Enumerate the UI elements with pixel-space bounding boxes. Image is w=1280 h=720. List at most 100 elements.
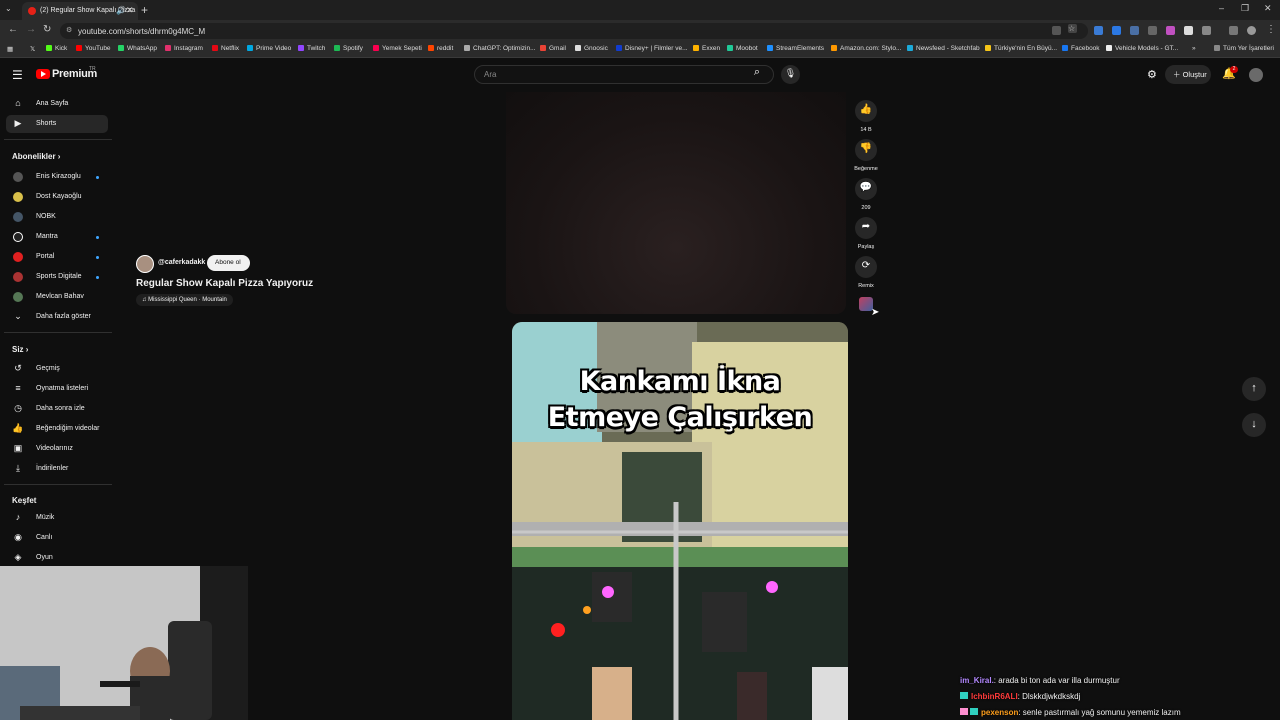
bookmark-item[interactable]: YouTube xyxy=(76,45,111,52)
reload-icon[interactable]: ↻ xyxy=(43,24,51,35)
bookmark-item[interactable]: ChatGPT: Optimizin... xyxy=(464,45,536,52)
maximize-icon[interactable]: ❐ xyxy=(1241,3,1249,14)
bookmark-item[interactable]: Gnoosic xyxy=(575,45,608,52)
extension-icon[interactable] xyxy=(1112,26,1121,35)
channel-avatar xyxy=(13,212,23,222)
extension-icon[interactable] xyxy=(1166,26,1175,35)
like-icon[interactable]: 👍 xyxy=(855,100,877,122)
bookmark-item[interactable]: Amazon.com: Stylo... xyxy=(831,45,901,52)
home-icon: ⌂ xyxy=(15,98,21,108)
gaming-icon: ◈ xyxy=(14,552,22,562)
you-heading[interactable]: Siz › xyxy=(12,345,28,354)
subscribe-button[interactable]: Abone ol xyxy=(207,255,250,271)
next-short-button[interactable]: ↓ xyxy=(1242,413,1266,437)
bookmark-item[interactable]: Gmail xyxy=(540,45,566,52)
x-icon[interactable]: 𝕏 xyxy=(30,45,35,53)
bookmark-item[interactable]: Newsfeed - Sketchfab xyxy=(907,45,980,52)
new-tab-button[interactable]: + xyxy=(141,3,148,17)
bookmark-item[interactable]: Yemek Sepeti xyxy=(373,45,422,52)
create-button[interactable]: ＋ Oluştur xyxy=(1165,65,1211,84)
sidebar-item-history[interactable]: ↺ Geçmiş xyxy=(6,360,108,378)
sidebar-item-subscription[interactable]: Dost Kayaoğlu xyxy=(6,188,108,206)
new-content-dot xyxy=(96,256,99,259)
youtube-logo-icon[interactable] xyxy=(36,69,50,79)
channel-name[interactable]: @caferkadakk xyxy=(158,259,205,266)
site-info-icon[interactable]: ⚙ xyxy=(66,26,72,34)
more-bookmarks-icon[interactable]: » xyxy=(1192,45,1196,52)
music-icon: ♪ xyxy=(15,512,21,522)
dislike-icon[interactable]: 👎 xyxy=(855,139,877,161)
sidebar-item-subscription[interactable]: NOBK xyxy=(6,208,108,226)
bookmark-item[interactable]: StreamElements xyxy=(767,45,824,52)
bookmark-item[interactable]: WhatsApp xyxy=(118,45,157,52)
browser-tab-active[interactable]: (2) Regular Show Kapalı Pizza 🔊 ✕ xyxy=(22,2,138,20)
close-window-icon[interactable]: ✕ xyxy=(1264,3,1272,14)
cast-icon[interactable]: ⚙ xyxy=(1147,68,1157,81)
bookmark-item[interactable]: Prime Video xyxy=(247,45,291,52)
sidebar-item-subscription[interactable]: Mantra xyxy=(6,228,108,246)
forward-icon[interactable]: → xyxy=(26,24,36,35)
microphone-icon[interactable]: 🎙 xyxy=(781,65,800,84)
remix-icon[interactable]: ⟳ xyxy=(855,256,877,278)
sidebar-item-subscription[interactable]: Portal xyxy=(6,248,108,266)
search-input[interactable]: Ara xyxy=(474,65,774,84)
menu-icon[interactable]: ☰ xyxy=(12,68,23,82)
profile-icon[interactable] xyxy=(1247,26,1256,35)
previous-short-button[interactable]: ↑ xyxy=(1242,377,1266,401)
apps-icon[interactable]: ▦ xyxy=(7,45,13,53)
next-short-video[interactable]: Kankamı İkna Etmeye Çalışırken xyxy=(512,322,848,720)
bookmark-item[interactable]: Spotify xyxy=(334,45,363,52)
account-avatar[interactable] xyxy=(1249,68,1263,82)
short-video-player[interactable] xyxy=(506,92,846,314)
sidebar-item-downloads[interactable]: ⤓ İndirilenler xyxy=(6,460,108,478)
all-bookmarks-folder[interactable]: Tüm Yer İşaretleri xyxy=(1214,45,1274,52)
bookmark-item[interactable]: Twitch xyxy=(298,45,325,52)
extension-icon[interactable] xyxy=(1148,26,1157,35)
comment-icon[interactable]: 💬 xyxy=(855,178,877,200)
thumbs-up-icon: 👍 xyxy=(12,423,24,433)
bookmark-item[interactable]: Facebook xyxy=(1062,45,1100,52)
sidebar-item-playlists[interactable]: ≡ Oynatma listeleri xyxy=(6,380,108,398)
sidebar-item-liked[interactable]: 👍 Beğendiğim videolar xyxy=(6,420,108,438)
bookmark-item[interactable]: Exxen xyxy=(693,45,720,52)
channel-avatar[interactable] xyxy=(136,255,154,273)
extension-icon[interactable] xyxy=(1184,26,1193,35)
url-input[interactable]: youtube.com/shorts/dhrm0g4MC_M xyxy=(60,23,1088,39)
minimize-icon[interactable]: – xyxy=(1219,3,1224,13)
sidebar-item-gaming[interactable]: ◈ Oyun xyxy=(6,549,108,567)
sidebar-item-subscription[interactable]: Enis Kirazoglu xyxy=(6,168,108,186)
sidebar-item-watch-later[interactable]: ◷ Daha sonra izle xyxy=(6,400,108,418)
bookmark-item[interactable]: Kick xyxy=(46,45,67,52)
search-icon[interactable]: ⌕ xyxy=(741,66,773,83)
extension-icon[interactable] xyxy=(1094,26,1103,35)
speaker-icon[interactable]: 🔊 xyxy=(116,6,126,15)
cast-icon[interactable] xyxy=(1052,26,1061,35)
bookmark-item[interactable]: Türkiye'nin En Büyü... xyxy=(985,45,1057,52)
back-icon[interactable]: ← xyxy=(8,24,18,35)
tab-search-icon[interactable]: ⌄ xyxy=(5,4,12,13)
sidebar-item-your-videos[interactable]: ▣ Videolarınız xyxy=(6,440,108,458)
sidebar-item-subscription[interactable]: Mevlcan Bahav xyxy=(6,288,108,306)
bookmark-item[interactable]: Disney+ | Filmler ve... xyxy=(616,45,688,52)
bookmark-item[interactable]: reddit xyxy=(428,45,453,52)
bookmark-item[interactable]: Netflix xyxy=(212,45,239,52)
bookmark-item[interactable]: Moobot xyxy=(727,45,758,52)
show-more-button[interactable]: ⌄ Daha fazla göster xyxy=(6,308,108,326)
sidebar-item-home[interactable]: ⌂ Ana Sayfa xyxy=(6,95,108,113)
extensions-puzzle-icon[interactable] xyxy=(1202,26,1211,35)
sidebar-item-shorts[interactable]: ▶ Shorts xyxy=(6,115,108,133)
browser-menu-icon[interactable]: ⋮ xyxy=(1266,24,1276,35)
bookmark-item[interactable]: Instagram xyxy=(165,45,203,52)
sidebar-item-subscription[interactable]: Sports Digitale xyxy=(6,268,108,286)
download-icon[interactable] xyxy=(1229,26,1238,35)
music-chip[interactable]: ♫ Mississippi Queen · Mountain xyxy=(136,294,233,306)
extension-icon[interactable] xyxy=(1130,26,1139,35)
bookmark-item[interactable]: Vehicle Models - GT... xyxy=(1106,45,1178,52)
share-icon[interactable]: ➦ xyxy=(855,217,877,239)
sidebar-item-live[interactable]: ◉ Canlı xyxy=(6,529,108,547)
close-tab-icon[interactable]: ✕ xyxy=(126,5,134,16)
streamer-webcam-scene xyxy=(0,566,248,720)
sidebar-item-music[interactable]: ♪ Müzik xyxy=(6,509,108,527)
subscriptions-heading[interactable]: Abonelikler › xyxy=(12,152,60,161)
bookmark-star-icon[interactable]: ☆ xyxy=(1068,24,1077,33)
